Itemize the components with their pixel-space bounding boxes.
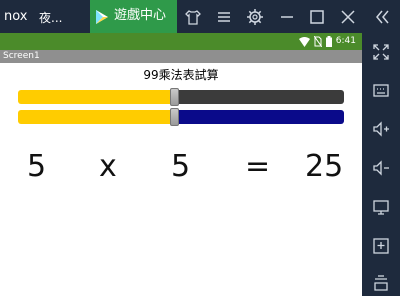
collapse-double-chevron-icon[interactable] <box>372 7 392 27</box>
app-content: 99乘法表試算 5 x 5 = 25 <box>0 63 362 296</box>
operator-multiply: x <box>99 149 117 184</box>
shirt-icon[interactable] <box>183 7 203 27</box>
app-title-bar: Screen1 <box>0 50 362 63</box>
android-status-bar: 6:41 <box>0 33 362 50</box>
emulator-title-bar: nox 夜... 遊戲中心 <box>0 0 400 33</box>
menu-icon[interactable] <box>214 7 234 27</box>
emulator-sidebar <box>362 33 400 296</box>
tab-game-center[interactable]: 遊戲中心 <box>90 0 177 33</box>
keyboard-icon[interactable] <box>371 80 391 100</box>
minimize-icon[interactable] <box>277 7 297 27</box>
multiplier-slider-thumb[interactable] <box>170 108 179 126</box>
game-center-label: 遊戲中心 <box>114 8 167 23</box>
slider-fill <box>18 110 174 124</box>
maximize-icon[interactable] <box>307 7 327 27</box>
page-title: 99乘法表試算 <box>143 68 219 82</box>
close-icon[interactable] <box>338 7 358 27</box>
volume-down-icon[interactable] <box>371 158 391 178</box>
install-icon[interactable] <box>371 273 391 293</box>
equals-sign: = <box>245 149 271 184</box>
tab-app[interactable]: 夜... <box>39 8 83 28</box>
volume-up-icon[interactable] <box>371 119 391 139</box>
fullscreen-icon[interactable] <box>371 42 391 62</box>
status-icons: 6:41 <box>298 33 356 50</box>
no-sim-icon <box>313 36 322 47</box>
multiplier-slider[interactable] <box>18 110 344 124</box>
battery-icon <box>325 36 332 47</box>
operand-b: 5 <box>171 149 191 184</box>
status-time: 6:41 <box>335 36 356 46</box>
slider-fill <box>18 90 174 104</box>
result: 25 <box>305 149 344 184</box>
gear-icon[interactable] <box>245 7 265 27</box>
operand-a: 5 <box>27 149 47 184</box>
nox-logo: nox <box>4 9 28 24</box>
wifi-icon <box>298 36 310 47</box>
slider-track <box>174 90 344 104</box>
screen-title: Screen1 <box>3 51 40 61</box>
add-apk-icon[interactable] <box>371 236 391 256</box>
slider-track <box>174 110 344 124</box>
play-store-icon <box>96 10 108 24</box>
screen-icon[interactable] <box>371 197 391 217</box>
multiplicand-slider-thumb[interactable] <box>170 88 179 106</box>
multiplicand-slider[interactable] <box>18 90 344 104</box>
